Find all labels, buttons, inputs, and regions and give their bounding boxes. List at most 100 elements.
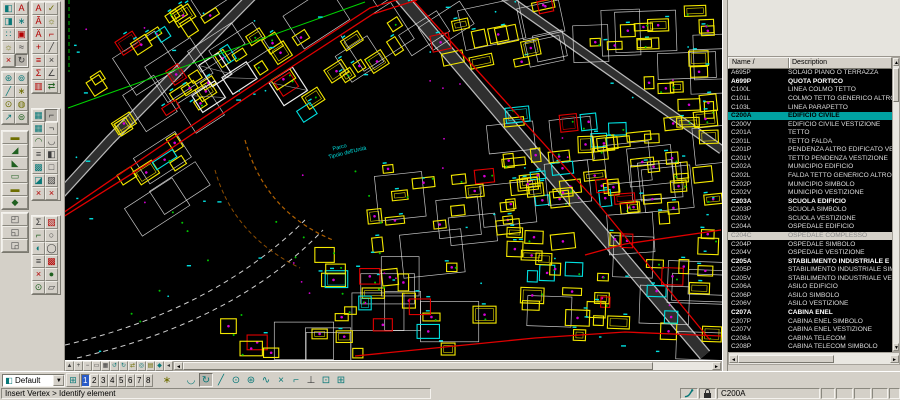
tool-icon[interactable]: ⌐: [45, 28, 58, 41]
accudraw-icon[interactable]: ∗: [160, 373, 174, 387]
tool-icon[interactable]: ∗: [15, 15, 28, 28]
tool-icon[interactable]: ≡: [32, 148, 45, 161]
level-row[interactable]: C205VSTABILIMENTO INDUSTRIALE VEST: [728, 275, 892, 284]
view-control-icon[interactable]: ◎: [137, 361, 146, 371]
snap-mode-pane[interactable]: [680, 388, 698, 399]
tool-icon[interactable]: ≡: [32, 255, 45, 268]
level-row[interactable]: C206PASILO SIMBOLO: [728, 292, 892, 301]
view-control-icon[interactable]: ◂: [164, 361, 173, 371]
tool-icon[interactable]: ◡: [45, 135, 58, 148]
view-control-icon[interactable]: ◆: [155, 361, 164, 371]
map-canvas[interactable]: ParcoTipolo dell'Unità: [65, 0, 722, 360]
snap-tool-icon[interactable]: ⊞: [334, 373, 348, 387]
level-row[interactable]: C202AMUNICIPIO EDIFICIO: [728, 163, 892, 172]
tool-icon[interactable]: Σ: [32, 216, 45, 229]
level-row[interactable]: C207ACABINA ENEL: [728, 309, 892, 318]
view-control-icon[interactable]: −: [83, 361, 92, 371]
tool-icon[interactable]: ◠: [32, 135, 45, 148]
level-row[interactable]: C203PSCUOLA SIMBOLO: [728, 206, 892, 215]
tool-icon[interactable]: ▭: [2, 170, 28, 183]
tool-icon[interactable]: ◧: [45, 148, 58, 161]
view-control-icon[interactable]: ↺: [110, 361, 119, 371]
level-row[interactable]: A695PSOLAIO PIANO O TERRAZZA: [728, 69, 892, 78]
level-table-vscrollbar[interactable]: ▲ ▼: [892, 57, 900, 352]
level-row[interactable]: C202VMUNICIPIO VESTIZIONE: [728, 189, 892, 198]
level-row[interactable]: C201PPENDENZA ALTRO EDIFICATO VEST: [728, 146, 892, 155]
tool-icon[interactable]: ⊛: [2, 72, 15, 85]
tool-icon[interactable]: +: [32, 41, 45, 54]
tool-icon[interactable]: ↗: [2, 111, 15, 124]
view-toggle-5[interactable]: 5: [117, 374, 126, 387]
level-row[interactable]: C206VASILO VESTIZIONE: [728, 300, 892, 309]
tool-icon[interactable]: ╱: [2, 85, 15, 98]
snap-tool-icon[interactable]: ∿: [259, 373, 273, 387]
chevron-down-icon[interactable]: ▼: [53, 375, 64, 386]
tool-icon[interactable]: ◯: [45, 242, 58, 255]
view-control-icon[interactable]: ↻: [119, 361, 128, 371]
tool-icon[interactable]: ×: [45, 54, 58, 67]
snap-tool-icon[interactable]: ↻: [199, 373, 213, 387]
canvas-hscrollbar[interactable]: ◄ ►: [173, 361, 722, 371]
view-toggle-8[interactable]: 8: [144, 374, 153, 387]
tool-icon[interactable]: □: [45, 161, 58, 174]
tool-icon[interactable]: ⌐: [45, 109, 58, 122]
scroll-down-icon[interactable]: ▼: [893, 343, 899, 351]
tool-icon[interactable]: ◪: [32, 174, 45, 187]
snap-tool-icon[interactable]: ⊙: [229, 373, 243, 387]
tool-icon[interactable]: ▨: [45, 174, 58, 187]
view-toggle-6[interactable]: 6: [126, 374, 135, 387]
level-row[interactable]: C202LFALDA TETTO GENERICO ALTRO ED: [728, 172, 892, 181]
tool-icon[interactable]: ▬: [2, 183, 28, 196]
scroll-up-icon[interactable]: ▲: [893, 58, 899, 66]
status-pane[interactable]: [854, 388, 871, 399]
level-row[interactable]: C201LTETTO FALDA: [728, 138, 892, 147]
tool-icon[interactable]: ⌐: [32, 229, 45, 242]
tool-icon[interactable]: ▩: [45, 255, 58, 268]
status-pane[interactable]: [889, 388, 900, 399]
status-pane[interactable]: [821, 388, 835, 399]
column-header-name[interactable]: Name /: [729, 58, 789, 68]
tool-icon[interactable]: ◰: [2, 213, 28, 226]
level-row[interactable]: C201ATETTO: [728, 129, 892, 138]
locks-pane[interactable]: [699, 388, 716, 399]
tool-icon[interactable]: Σ: [32, 67, 45, 80]
view-toggle-3[interactable]: 3: [99, 374, 108, 387]
level-row[interactable]: C203VSCUOLA VESTIZIONE: [728, 215, 892, 224]
tool-icon[interactable]: ▥: [32, 80, 45, 93]
tool-icon[interactable]: ∗: [15, 85, 28, 98]
level-row[interactable]: C200AEDIFICIO CIVILE: [728, 112, 892, 121]
tool-icon[interactable]: ≡: [32, 54, 45, 67]
level-row[interactable]: C204POSPEDALE SIMBOLO: [728, 240, 892, 249]
level-row[interactable]: C204COSPEDALE COMPLESSO: [728, 232, 892, 241]
level-row[interactable]: C103LLINEA PARAPETTO: [728, 103, 892, 112]
status-pane[interactable]: [872, 388, 888, 399]
level-row[interactable]: C203ASCUOLA EDIFICIO: [728, 197, 892, 206]
tool-icon[interactable]: ◍: [15, 98, 28, 111]
scrollbar-thumb[interactable]: [183, 362, 653, 370]
level-row[interactable]: A699PQUOTA PORTICO: [728, 78, 892, 87]
active-level-pane[interactable]: C200A: [717, 388, 820, 399]
levels-dialog-button[interactable]: ⊞: [66, 373, 79, 387]
view-control-icon[interactable]: ▦: [101, 361, 110, 371]
tool-icon[interactable]: ×: [45, 187, 58, 200]
snap-tool-icon[interactable]: ⊡: [319, 373, 333, 387]
level-row[interactable]: C208PCABINA TELECOM SIMBOLO: [728, 343, 892, 352]
tool-icon[interactable]: ◐: [32, 242, 45, 255]
tool-icon[interactable]: ⊙: [2, 98, 15, 111]
snap-tool-icon[interactable]: ⊥: [304, 373, 318, 387]
tool-icon[interactable]: ¬: [45, 122, 58, 135]
tool-icon[interactable]: A: [32, 2, 45, 15]
column-header-description[interactable]: Description: [789, 58, 891, 68]
scroll-right-icon[interactable]: ►: [712, 362, 721, 370]
tool-icon[interactable]: ◆: [2, 196, 28, 209]
view-control-icon[interactable]: ▭: [92, 361, 101, 371]
level-table[interactable]: A695PSOLAIO PIANO O TERRAZZAA699PQUOTA P…: [728, 69, 892, 352]
cad-map-drawing[interactable]: ParcoTipolo dell'Unità: [65, 0, 722, 360]
tool-icon[interactable]: ✓: [45, 2, 58, 15]
level-row[interactable]: C208ACABINA TELECOM: [728, 334, 892, 343]
level-row[interactable]: C204VOSPEDALE VESTIZIONE: [728, 249, 892, 258]
tool-icon[interactable]: ⊚: [15, 72, 28, 85]
snap-tool-icon[interactable]: ◡: [184, 373, 198, 387]
snap-tool-icon[interactable]: ⌐: [289, 373, 303, 387]
tool-icon[interactable]: ⊜: [15, 111, 28, 124]
